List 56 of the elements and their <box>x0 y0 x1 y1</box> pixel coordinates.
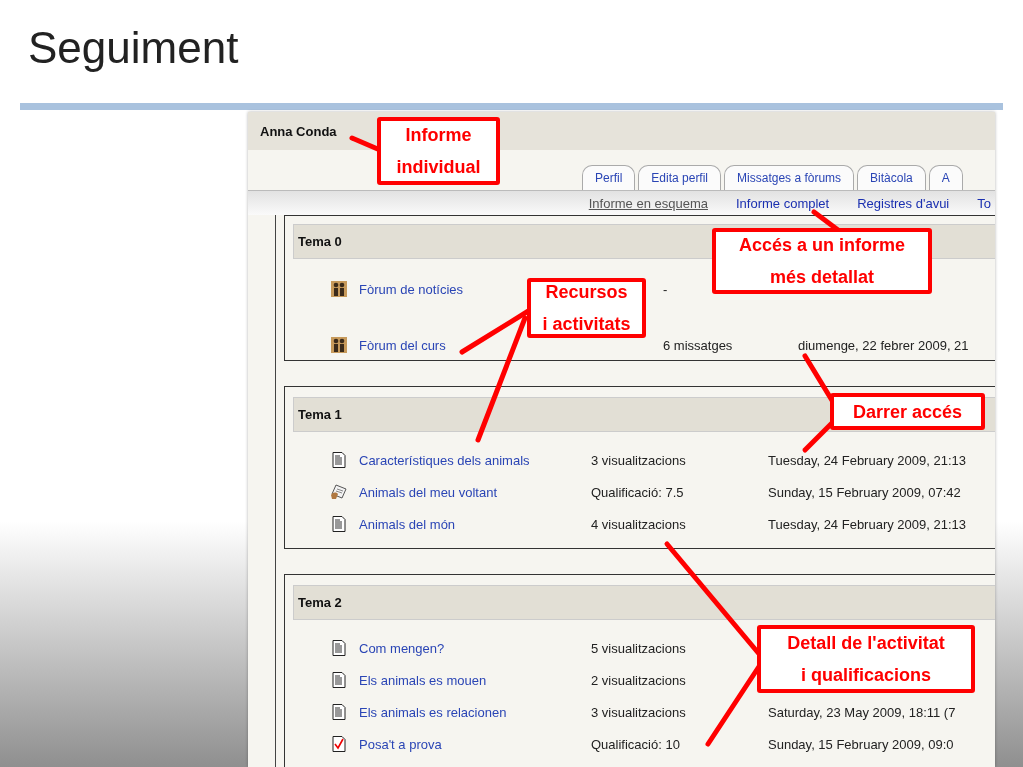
activity-count: 3 visualitzacions <box>591 704 687 720</box>
last-access-date: Tuesday, 24 February 2009, 21:13 <box>768 516 966 532</box>
activity-link[interactable]: Animals del meu voltant <box>359 484 497 500</box>
activity-link[interactable]: Els animals es mouen <box>359 672 487 688</box>
activity-count: 2 visualitzacions <box>591 672 687 688</box>
slide-title: Seguiment <box>28 22 240 74</box>
activity-link[interactable]: Animals del món <box>359 516 456 532</box>
callout-text: i qualificacions <box>800 664 931 687</box>
activity-count: 6 missatges <box>663 337 734 353</box>
document-icon <box>331 672 347 688</box>
report-link[interactable]: To <box>977 195 991 211</box>
report-link[interactable]: Informe en esquema <box>588 195 708 211</box>
activity-link[interactable]: Els animals es relacionen <box>359 704 507 720</box>
hand-paper-icon <box>331 484 347 500</box>
tab[interactable]: Bitàcola <box>857 165 926 190</box>
activity-link[interactable]: Posa't a prova <box>359 736 442 752</box>
activity-link[interactable]: Com mengen? <box>359 640 445 656</box>
callout-text: Informe <box>405 124 472 147</box>
activity-count: - <box>663 281 669 297</box>
activity-count: 3 visualitzacions <box>591 452 687 468</box>
callout-text: Accés a un informe <box>738 234 906 257</box>
callout-text: Darrer accés <box>852 400 963 424</box>
section-title: Tema 0 <box>298 234 342 249</box>
report-link[interactable]: Informe complet <box>735 195 830 211</box>
document-icon <box>331 704 347 720</box>
last-access-date: Tuesday, 24 February 2009, 21:13 <box>768 452 966 468</box>
activity-count: Qualificació: 10 <box>591 736 681 752</box>
callout-text: més detallat <box>769 266 874 289</box>
activity-count: Qualificació: 7.5 <box>591 484 685 500</box>
activity-count: 4 visualitzacions <box>591 516 687 532</box>
checked-document-icon <box>331 736 347 752</box>
callout-text: Detall de l'activitat <box>787 632 945 655</box>
tab[interactable]: Missatges a fòrums <box>724 165 855 190</box>
tab[interactable]: Edita perfil <box>638 165 722 190</box>
document-icon <box>331 516 347 532</box>
section-title: Tema 1 <box>298 407 342 422</box>
report-link[interactable]: Registres d'avui <box>857 195 950 211</box>
section-title: Tema 2 <box>298 595 342 610</box>
last-access-date: Sunday, 15 February 2009, 09:0 <box>768 736 954 752</box>
callout-text: Recursos <box>545 281 628 304</box>
activity-count: 5 visualitzacions <box>591 640 687 656</box>
user-name: Anna Conda <box>260 123 337 139</box>
activity-link[interactable]: Característiques dels animals <box>359 452 530 468</box>
document-icon <box>331 452 347 468</box>
callout-text: i activitats <box>542 313 631 336</box>
people-icon <box>331 281 347 297</box>
last-access-date: Sunday, 15 February 2009, 07:42 <box>768 484 961 500</box>
tab[interactable]: Perfil <box>582 165 636 190</box>
people-icon <box>331 337 347 353</box>
tab[interactable]: A <box>928 165 963 190</box>
callout-text: individual <box>396 156 481 179</box>
last-access-date: diumenge, 22 febrer 2009, 21 <box>798 337 969 353</box>
last-access-date: Saturday, 23 May 2009, 18:11 (7 <box>768 704 956 720</box>
document-icon <box>331 640 347 656</box>
activity-link[interactable]: Fòrum del curs <box>359 337 446 353</box>
activity-link[interactable]: Fòrum de notícies <box>359 281 464 297</box>
